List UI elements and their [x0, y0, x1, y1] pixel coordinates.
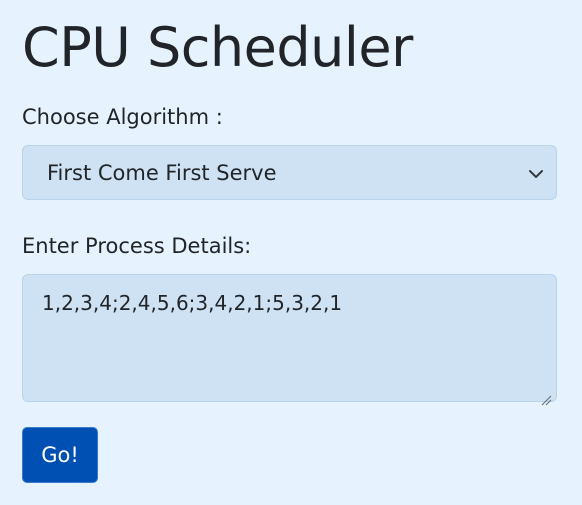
- resize-handle-icon[interactable]: [540, 385, 552, 406]
- process-details-label: Enter Process Details:: [22, 234, 252, 258]
- algorithm-label: Choose Algorithm :: [22, 105, 223, 129]
- chevron-down-icon: [528, 146, 544, 201]
- process-details-value: 1,2,3,4;2,4,5,6;3,4,2,1;5,3,2,1: [42, 291, 343, 315]
- page-title: CPU Scheduler: [22, 16, 413, 79]
- go-button[interactable]: Go!: [22, 427, 98, 483]
- algorithm-selected-value: First Come First Serve: [47, 161, 277, 185]
- page: CPU Scheduler Choose Algorithm : First C…: [0, 0, 582, 505]
- algorithm-select[interactable]: First Come First Serve: [22, 145, 557, 200]
- process-details-input[interactable]: 1,2,3,4;2,4,5,6;3,4,2,1;5,3,2,1: [22, 274, 557, 406]
